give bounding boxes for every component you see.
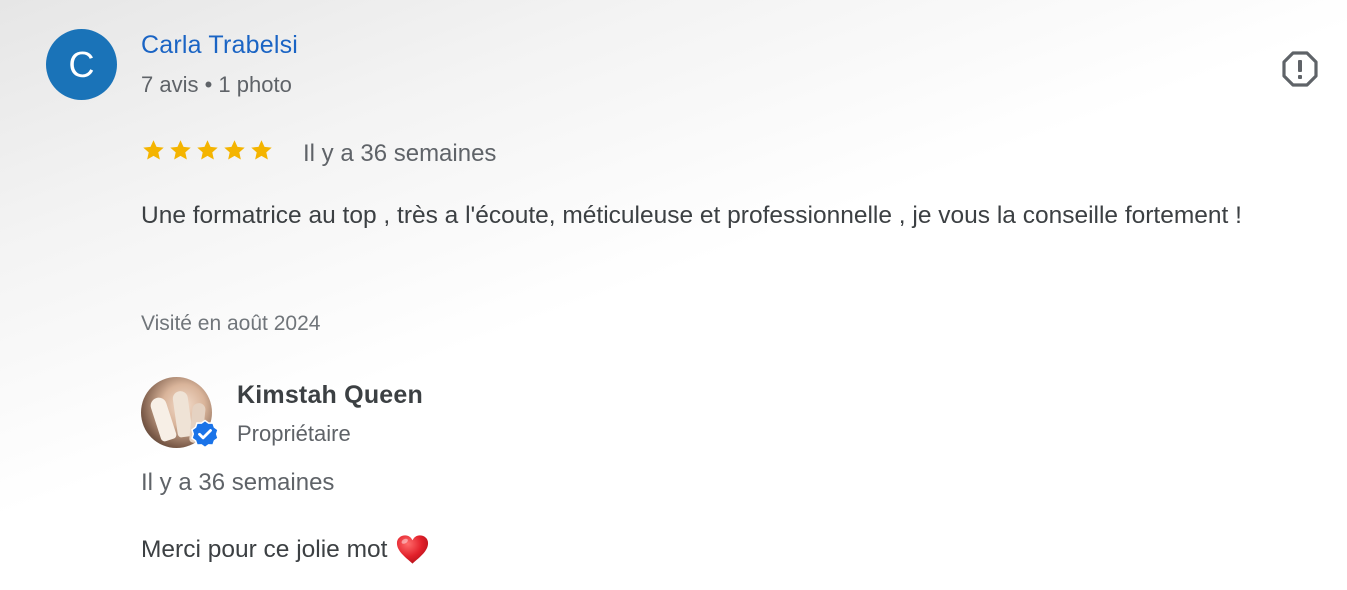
reviewer-name-link[interactable]: Carla Trabelsi [141,31,298,60]
reviewer-avatar[interactable]: C [46,29,117,100]
reply-message: Merci pour ce jolie mot [141,533,430,566]
visit-date: Visité en août 2024 [141,312,321,335]
review-text: Une formatrice au top , très a l'écoute,… [141,202,1242,229]
report-icon[interactable] [1281,50,1319,88]
star-icon [251,140,272,160]
star-icon [224,140,245,160]
review-date: Il y a 36 semaines [303,140,497,167]
reply-date: Il y a 36 semaines [141,469,335,496]
reply-text: Merci pour ce jolie mot [141,535,388,563]
star-icon [170,140,191,160]
heart-icon [397,535,429,564]
star-icon [143,140,164,160]
owner-role: Propriétaire [237,421,351,446]
star-icon [197,140,218,160]
reviewer-meta: 7 avis • 1 photo [141,72,292,97]
owner-name: Kimstah Queen [237,381,423,409]
avatar-letter: C [68,43,95,85]
verified-badge-icon [190,419,220,449]
star-rating [141,138,274,163]
